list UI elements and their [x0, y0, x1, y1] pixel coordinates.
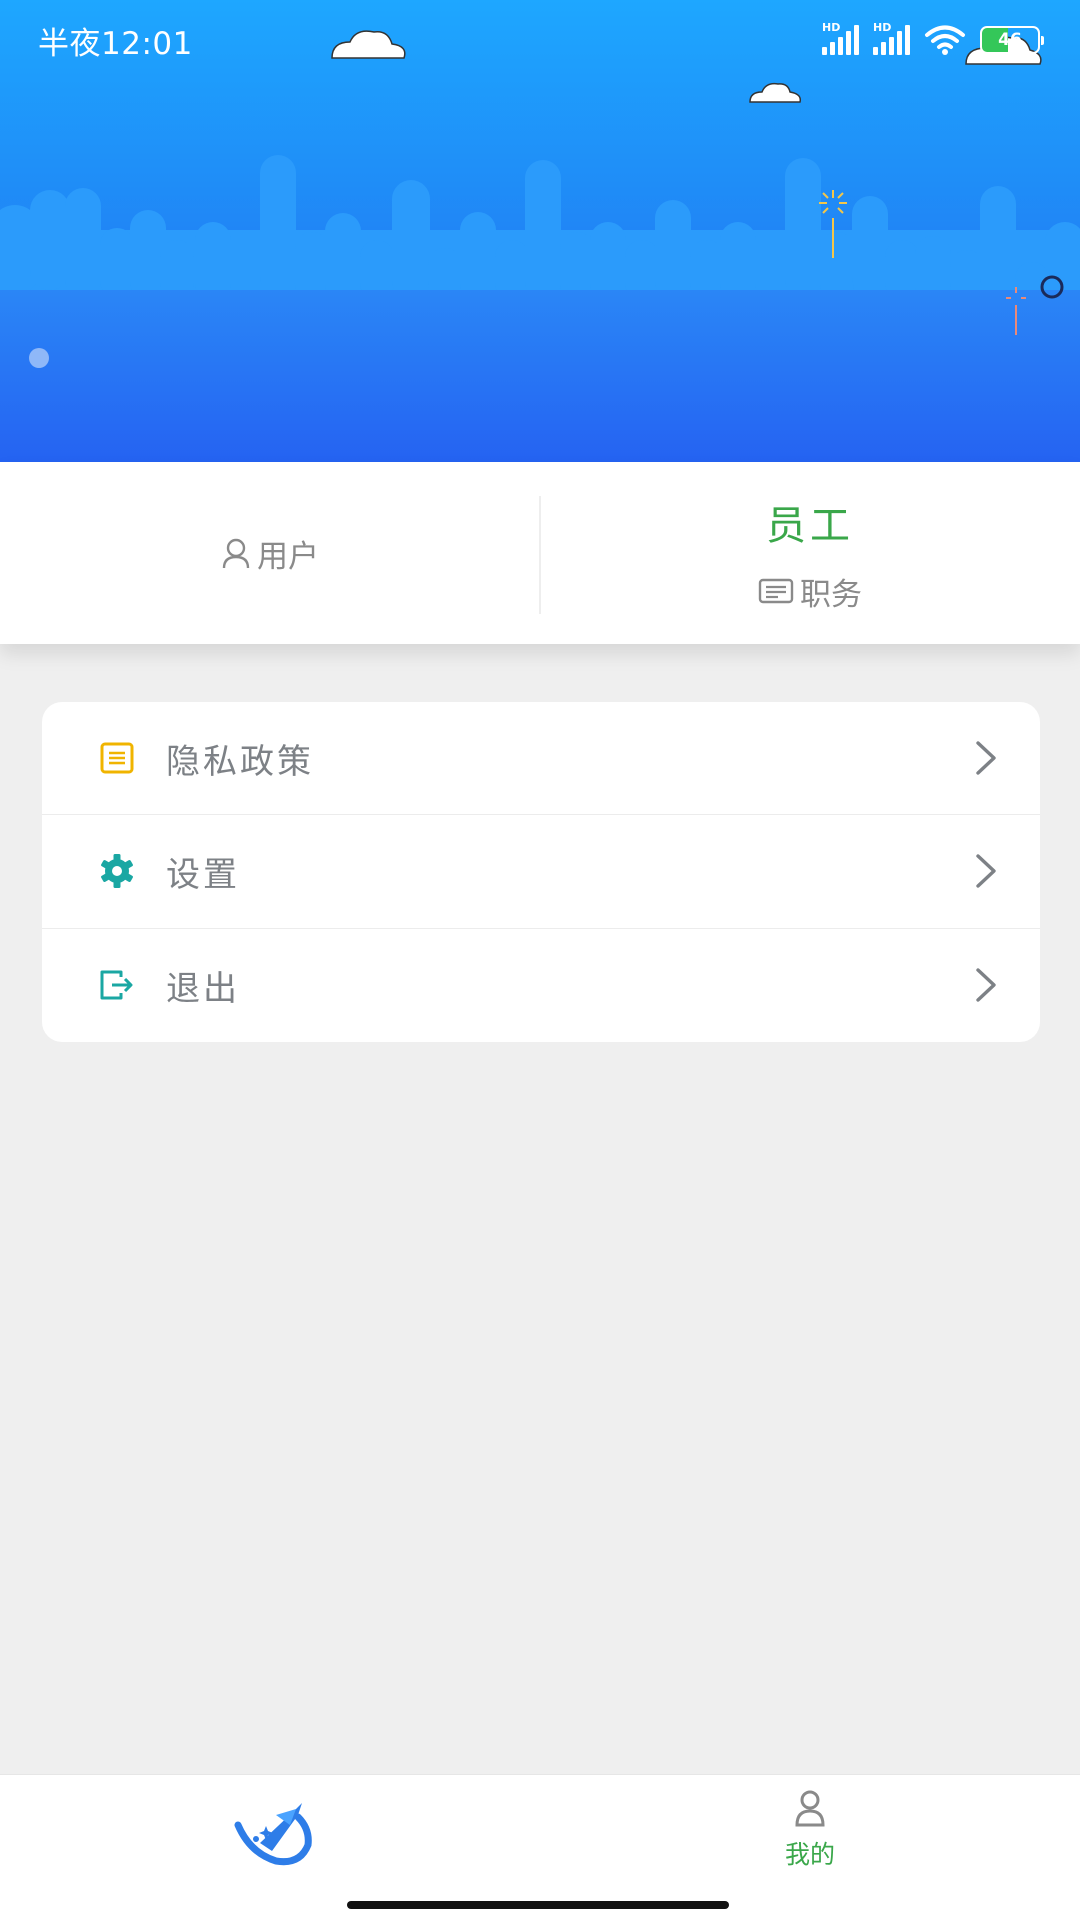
- header-banner: 半夜12:01 HD HD 46: [0, 0, 1080, 462]
- logout-icon: [98, 966, 136, 1004]
- chevron-right-icon: [976, 968, 996, 1002]
- tab-mine-label: 我的: [784, 1840, 835, 1869]
- battery-icon: 46: [980, 26, 1044, 54]
- menu-item-privacy-policy[interactable]: 隐私政策: [42, 702, 1040, 816]
- tab-home[interactable]: [220, 1795, 320, 1875]
- status-time: 半夜12:01: [38, 26, 193, 62]
- menu-label-settings: 设置: [166, 854, 240, 895]
- document-icon: [98, 739, 136, 777]
- menu-label-privacy-policy: 隐私政策: [166, 741, 314, 782]
- status-bar: 半夜12:01 HD HD 46: [0, 0, 1080, 80]
- wifi-icon: [925, 25, 965, 55]
- staff-name: 员工: [766, 502, 854, 549]
- staff-role-section[interactable]: 员工 职务: [540, 462, 1080, 644]
- menu-item-logout[interactable]: 退出: [42, 929, 1040, 1042]
- cellular-signal-icon: HD: [822, 21, 859, 55]
- id-card-icon: [758, 578, 794, 604]
- status-icons: HD HD 46: [822, 20, 1044, 60]
- user-label: 用户: [257, 538, 319, 575]
- user-role-section[interactable]: 用户: [0, 462, 540, 644]
- rocket-logo-icon: [234, 1803, 312, 1866]
- tab-mine[interactable]: 我的: [760, 1789, 860, 1889]
- person-icon: [222, 538, 250, 569]
- gear-icon: [98, 852, 136, 890]
- position-line: 职务: [758, 569, 862, 614]
- bottom-tab-bar: 我的: [0, 1774, 1080, 1920]
- menu-item-settings[interactable]: 设置: [42, 815, 1040, 929]
- home-indicator[interactable]: [347, 1901, 729, 1909]
- position-label: 职务: [800, 576, 862, 613]
- person-icon: [795, 1790, 825, 1827]
- role-card: 用户 员工 职务: [0, 462, 1080, 644]
- menu-label-logout: 退出: [166, 968, 240, 1009]
- chevron-right-icon: [976, 741, 996, 775]
- user-role-line: 用户: [221, 531, 319, 576]
- menu-card: 隐私政策 设置 退出: [42, 702, 1040, 1042]
- chevron-right-icon: [976, 854, 996, 889]
- cellular-signal-icon: HD: [873, 21, 910, 55]
- battery-level: 46: [998, 30, 1022, 50]
